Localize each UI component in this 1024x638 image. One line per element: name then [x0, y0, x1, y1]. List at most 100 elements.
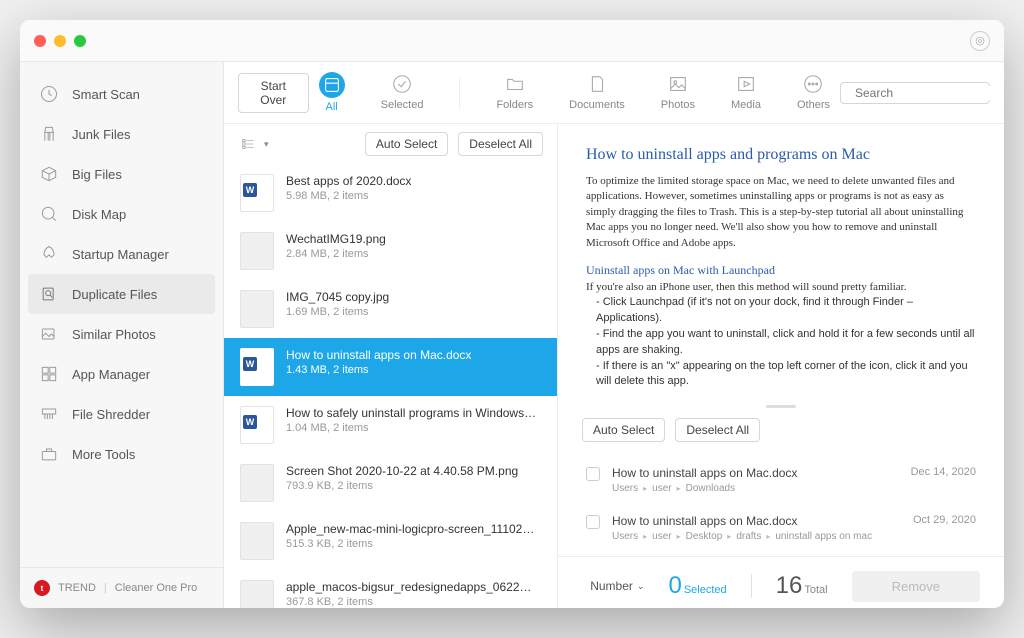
chevron-down-icon[interactable]: ▾ [264, 139, 269, 150]
dup-deselect-all-button[interactable]: Deselect All [675, 418, 760, 442]
search-input[interactable] [855, 86, 1004, 100]
sidebar-item-app-manager[interactable]: App Manager [20, 354, 223, 394]
duplicate-name: How to uninstall apps on Mac.docx [612, 514, 901, 528]
file-row[interactable]: apple_macos-bigsur_redesignedapps_0622…3… [224, 570, 557, 608]
preview-bullet: If there is an "x" appearing on the top … [596, 359, 976, 390]
file-name: IMG_7045 copy.jpg [286, 290, 541, 304]
close-icon[interactable] [34, 35, 46, 47]
file-meta: 5.98 MB, 2 items [286, 190, 541, 202]
maximize-icon[interactable] [74, 35, 86, 47]
total-count: 16 Total [776, 572, 828, 600]
file-meta: 367.8 KB, 2 items [286, 596, 541, 608]
filelist-header: ▾ Auto Select Deselect All [224, 124, 557, 164]
tab-others[interactable]: Others [797, 72, 830, 113]
detail-panel: How to uninstall apps and programs on Ma… [558, 124, 1004, 608]
dup-auto-select-button[interactable]: Auto Select [582, 418, 665, 442]
sidebar-item-startup-manager[interactable]: Startup Manager [20, 234, 223, 274]
file-meta: 1.04 MB, 2 items [286, 422, 541, 434]
tab-folders[interactable]: Folders [496, 72, 533, 113]
footer-bar: Number ⌄ 0 Selected 16 Total Remove [558, 556, 1004, 608]
category-tabs: All Selected Folders Documents [319, 72, 830, 113]
shredder-icon [38, 403, 60, 425]
chevron-down-icon: ⌄ [637, 581, 645, 592]
tab-label: Photos [661, 99, 695, 111]
file-row[interactable]: How to uninstall apps on Mac.docx1.43 MB… [224, 338, 557, 396]
selected-count: 0 Selected [668, 572, 726, 600]
tab-label: Documents [569, 99, 625, 111]
preview-title: How to uninstall apps and programs on Ma… [586, 146, 976, 164]
sidebar-item-label: Duplicate Files [72, 287, 157, 302]
tab-label: All [326, 101, 338, 113]
duplicate-name: How to uninstall apps on Mac.docx [612, 466, 899, 480]
file-thumb-icon [240, 174, 274, 212]
box-icon [38, 163, 60, 185]
minimize-icon[interactable] [54, 35, 66, 47]
deselect-all-button[interactable]: Deselect All [458, 132, 543, 156]
image-icon [666, 72, 690, 96]
sidebar-item-disk-map[interactable]: Disk Map [20, 194, 223, 234]
file-row[interactable]: WechatIMG19.png2.84 MB, 2 items [224, 222, 557, 280]
file-row[interactable]: Apple_new-mac-mini-logicpro-screen_11102… [224, 512, 557, 570]
preview-subheading: Uninstall apps on Mac with Launchpad [586, 263, 976, 278]
duplicate-row: How to uninstall apps on Mac.docxUsers▸u… [582, 456, 980, 504]
sidebar-item-label: File Shredder [72, 407, 150, 422]
file-row[interactable]: Best apps of 2020.docx 5.98 MB, 2 items [224, 164, 557, 222]
tab-photos[interactable]: Photos [661, 72, 695, 113]
file-meta: 1.69 MB, 2 items [286, 306, 541, 318]
brand-separator: | [104, 582, 107, 594]
file-name: Apple_new-mac-mini-logicpro-screen_11102… [286, 522, 541, 536]
file-name: Best apps of 2020.docx [286, 174, 541, 188]
file-preview: How to uninstall apps and programs on Ma… [558, 124, 1004, 405]
trend-badge-icon: t [34, 580, 50, 596]
window-controls [34, 35, 86, 47]
sidebar-item-label: More Tools [72, 447, 135, 462]
sidebar-item-duplicate-files[interactable]: Duplicate Files [28, 274, 215, 314]
file-thumb-icon [240, 406, 274, 444]
sidebar-item-big-files[interactable]: Big Files [20, 154, 223, 194]
checkbox[interactable] [586, 515, 600, 529]
sidebar-item-smart-scan[interactable]: Smart Scan [20, 74, 223, 114]
app-window: ◎ Smart Scan Junk Files Big Files D [20, 20, 1004, 608]
sidebar-item-label: Similar Photos [72, 327, 156, 342]
sidebar-item-label: Big Files [72, 167, 122, 182]
duplicate-date: Oct 29, 2020 [913, 514, 976, 526]
sidebar-item-similar-photos[interactable]: Similar Photos [20, 314, 223, 354]
file-thumb-icon [240, 232, 274, 270]
file-thumb-icon [240, 290, 274, 328]
tab-media[interactable]: Media [731, 72, 761, 113]
start-over-button[interactable]: Start Over [238, 73, 309, 113]
sidebar-item-file-shredder[interactable]: File Shredder [20, 394, 223, 434]
file-thumb-icon [240, 522, 274, 560]
duplicate-list: How to uninstall apps on Mac.docxUsers▸u… [558, 452, 1004, 556]
file-row[interactable]: IMG_7045 copy.jpg 1.69 MB, 2 items [224, 280, 557, 338]
view-mode-icon[interactable] [238, 135, 258, 153]
file-rows: Best apps of 2020.docx 5.98 MB, 2 items We… [224, 164, 557, 608]
file-meta: 1.43 MB, 2 items [286, 364, 541, 376]
file-row[interactable]: Screen Shot 2020-10-22 at 4.40.58 PM.png… [224, 454, 557, 512]
media-icon [734, 72, 758, 96]
sidebar-item-label: Disk Map [72, 207, 126, 222]
file-thumb-icon [240, 464, 274, 502]
file-thumb-icon [240, 348, 274, 386]
tab-label: Others [797, 99, 830, 111]
photos-icon [38, 323, 60, 345]
file-row[interactable]: How to safely uninstall programs in Wind… [224, 396, 557, 454]
auto-select-button[interactable]: Auto Select [365, 132, 448, 156]
checkbox[interactable] [586, 467, 600, 481]
number-dropdown[interactable]: Number ⌄ [590, 579, 644, 593]
duplicate-icon [38, 283, 60, 305]
sidebar-item-more-tools[interactable]: More Tools [20, 434, 223, 474]
search-box[interactable] [840, 82, 990, 104]
preview-para: If you're also an iPhone user, then this… [586, 280, 976, 295]
file-name: How to safely uninstall programs in Wind… [286, 406, 541, 420]
file-list-panel: ▾ Auto Select Deselect All Best apps of … [224, 124, 558, 608]
tab-selected[interactable]: Selected [381, 72, 424, 113]
tab-all[interactable]: All [319, 72, 345, 113]
check-circle-icon [390, 72, 414, 96]
tab-documents[interactable]: Documents [569, 72, 625, 113]
remove-button[interactable]: Remove [852, 571, 980, 602]
tab-label: Media [731, 99, 761, 111]
rocket-icon [38, 243, 60, 265]
sidebar-item-junk-files[interactable]: Junk Files [20, 114, 223, 154]
file-meta: 793.9 KB, 2 items [286, 480, 541, 492]
